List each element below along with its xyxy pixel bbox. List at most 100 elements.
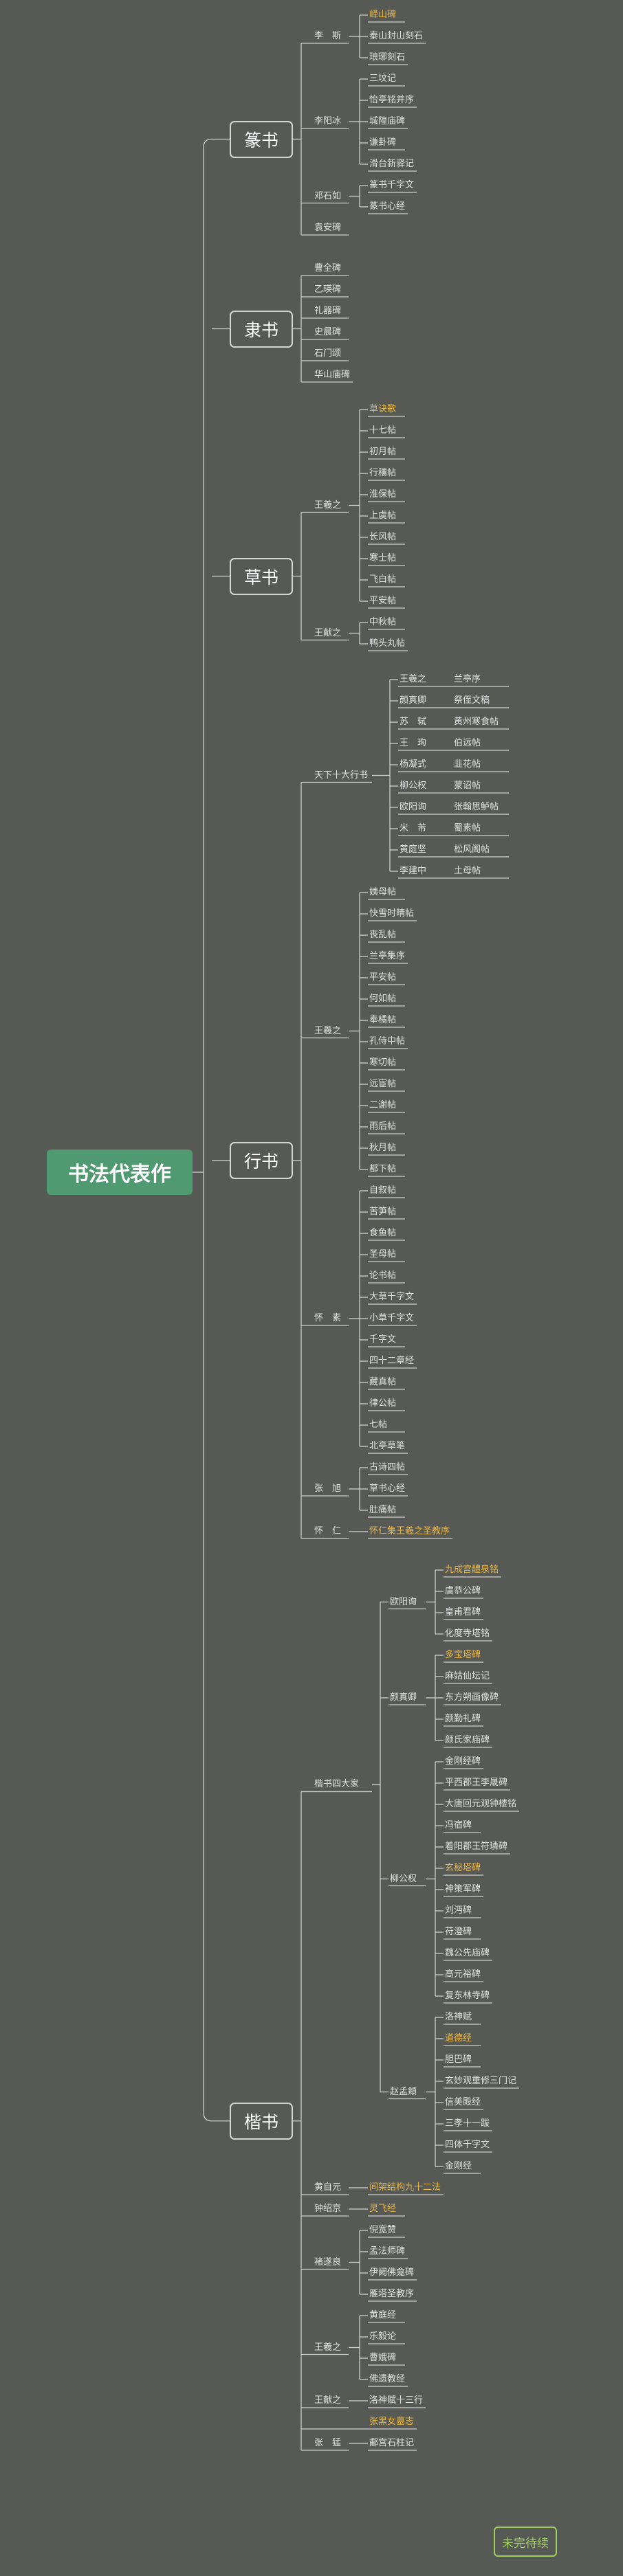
work-label[interactable]: 高元裕碑 [445, 1969, 481, 1980]
work-label[interactable]: 大唐回元观钟楼铭 [445, 1799, 516, 1810]
work-label[interactable]: 三坟记 [369, 74, 396, 85]
calligrapher-label[interactable]: 颜真卿 [390, 1692, 417, 1703]
group-label[interactable]: 张 猛 [314, 2438, 341, 2449]
work-label[interactable]: 峄山碑 [369, 10, 396, 21]
work-label[interactable]: 四体千字文 [445, 2140, 490, 2151]
work-label[interactable]: 圣母帖 [369, 1249, 396, 1260]
group-label[interactable]: 王献之 [314, 2395, 341, 2406]
work-label[interactable]: 城隍庙碑 [369, 116, 405, 127]
work-label[interactable]: 何如帖 [369, 994, 396, 1005]
work-label[interactable]: 玄妙观重修三门记 [445, 2076, 516, 2087]
work-label[interactable]: 胆巴碑 [445, 2054, 472, 2065]
work-label[interactable]: 小草千字文 [369, 1313, 414, 1324]
category-node[interactable]: 草书 [230, 557, 293, 595]
work-label[interactable]: 佛遗教经 [369, 2374, 405, 2385]
work-label[interactable]: 滑台新驿记 [369, 159, 414, 170]
work-label[interactable]: 四十二章经 [369, 1356, 414, 1367]
work-label[interactable]: 兰亭序 [454, 674, 481, 685]
work-label[interactable]: 郙宫石柱记 [369, 2438, 414, 2449]
work-label[interactable]: 草书心经 [369, 1483, 405, 1494]
group-label[interactable]: 褚遂良 [314, 2257, 341, 2268]
work-label[interactable]: 松风阁帖 [454, 844, 490, 855]
work-label[interactable]: 淮保帖 [369, 489, 396, 500]
calligrapher-label[interactable]: 米 芾 [400, 823, 426, 834]
work-label[interactable]: 多宝塔碑 [445, 1650, 481, 1661]
work-label[interactable]: 神策军碑 [445, 1884, 481, 1895]
work-label[interactable]: 复东林寺碑 [445, 1991, 490, 2002]
group-label[interactable]: 礼器碑 [314, 306, 341, 317]
group-label[interactable]: 王羲之 [314, 500, 341, 511]
work-label[interactable]: 平安帖 [369, 596, 396, 607]
work-label[interactable]: 颜氏家庙碑 [445, 1735, 490, 1746]
work-label[interactable]: 孔侍中帖 [369, 1036, 405, 1047]
work-label[interactable]: 飞白帖 [369, 574, 396, 585]
work-label[interactable]: 寒士帖 [369, 553, 396, 564]
work-label[interactable]: 食鱼帖 [369, 1228, 396, 1239]
work-label[interactable]: 化度寺塔铭 [445, 1628, 490, 1639]
group-label[interactable]: 李 斯 [314, 31, 341, 42]
work-label[interactable]: 虞恭公碑 [445, 1586, 481, 1597]
work-label[interactable]: 九成宫醴泉铭 [445, 1565, 499, 1576]
work-label[interactable]: 初月帖 [369, 447, 396, 458]
work-label[interactable]: 论书帖 [369, 1270, 396, 1281]
work-label[interactable]: 奉橘帖 [369, 1015, 396, 1026]
work-label[interactable]: 灵飞经 [369, 2204, 396, 2215]
work-label[interactable]: 藏真帖 [369, 1377, 396, 1388]
work-label[interactable]: 伊阙佛龛碑 [369, 2267, 414, 2278]
calligrapher-label[interactable]: 欧阳询 [390, 1597, 417, 1608]
work-label[interactable]: 颜勤礼碑 [445, 1714, 481, 1725]
work-label[interactable]: 间架结构九十二法 [369, 2182, 441, 2193]
work-label[interactable]: 黄州寒食帖 [454, 717, 499, 728]
work-label[interactable]: 麻姑仙坛记 [445, 1671, 490, 1682]
group-label[interactable]: 乙瑛碑 [314, 284, 341, 295]
work-label[interactable]: 雁塔圣教序 [369, 2289, 414, 2300]
work-label[interactable]: 东方朔画像碑 [445, 1692, 499, 1703]
work-label[interactable]: 泰山封山刻石 [369, 31, 423, 42]
work-label[interactable]: 皇甫君碑 [445, 1607, 481, 1618]
work-label[interactable]: 玄秘塔碑 [445, 1863, 481, 1874]
work-label[interactable]: 肚痛帖 [369, 1505, 396, 1516]
group-label[interactable]: 怀 素 [314, 1313, 341, 1324]
group-label[interactable]: 王献之 [314, 628, 341, 639]
group-label[interactable]: 黄自元 [314, 2182, 341, 2193]
work-label[interactable]: 鸭头丸帖 [369, 638, 405, 649]
work-label[interactable]: 金刚经碑 [445, 1756, 481, 1767]
work-label[interactable]: 曹娥碑 [369, 2353, 396, 2364]
work-label[interactable]: 姨母帖 [369, 887, 396, 898]
work-label[interactable]: 平西郡王李晟碑 [445, 1778, 507, 1789]
group-label[interactable]: 张 旭 [314, 1483, 341, 1494]
work-label[interactable]: 长风帖 [369, 532, 396, 543]
work-label[interactable]: 三孝十一跋 [445, 2118, 490, 2129]
work-label[interactable]: 二谢帖 [369, 1100, 396, 1111]
category-node[interactable]: 行书 [230, 1141, 293, 1179]
work-label[interactable]: 怡亭铭并序 [369, 95, 414, 106]
to-be-continued-badge[interactable]: 未完待续 [494, 2527, 557, 2557]
calligrapher-label[interactable]: 杨凝式 [400, 759, 426, 770]
work-label[interactable]: 都下帖 [369, 1164, 396, 1175]
group-label[interactable]: 邓石如 [314, 191, 341, 202]
work-label[interactable]: 乐毅论 [369, 2331, 396, 2342]
work-label[interactable]: 篆书千字文 [369, 180, 414, 191]
work-label[interactable]: 寒切帖 [369, 1057, 396, 1068]
group-label[interactable]: 天下十大行书 [314, 770, 368, 781]
work-label[interactable]: 祭侄文稿 [454, 695, 490, 706]
work-label[interactable]: 丧乱帖 [369, 930, 396, 941]
work-label[interactable]: 草诀歌 [369, 404, 396, 415]
work-label[interactable]: 七帖 [369, 1420, 387, 1431]
calligrapher-label[interactable]: 赵孟頫 [390, 2087, 417, 2098]
work-label[interactable]: 洛神赋 [445, 2012, 472, 2023]
work-label[interactable]: 律公帖 [369, 1398, 396, 1409]
group-label[interactable]: 曹全碑 [314, 263, 341, 274]
category-node[interactable]: 楷书 [230, 2102, 293, 2140]
work-label[interactable]: 孟法师碑 [369, 2246, 405, 2257]
calligrapher-label[interactable]: 苏 轼 [400, 717, 426, 728]
work-label[interactable]: 张黑女墓志 [369, 2417, 414, 2428]
work-label[interactable]: 平安帖 [369, 972, 396, 983]
work-label[interactable]: 大草千字文 [369, 1292, 414, 1303]
group-label[interactable]: 王羲之 [314, 2342, 341, 2353]
calligrapher-label[interactable]: 欧阳询 [400, 802, 426, 813]
work-label[interactable]: 琅琊刻石 [369, 52, 405, 63]
work-label[interactable]: 蜀素帖 [454, 823, 481, 834]
work-label[interactable]: 北亭草笔 [369, 1441, 405, 1452]
work-label[interactable]: 蒙诏帖 [454, 781, 481, 792]
